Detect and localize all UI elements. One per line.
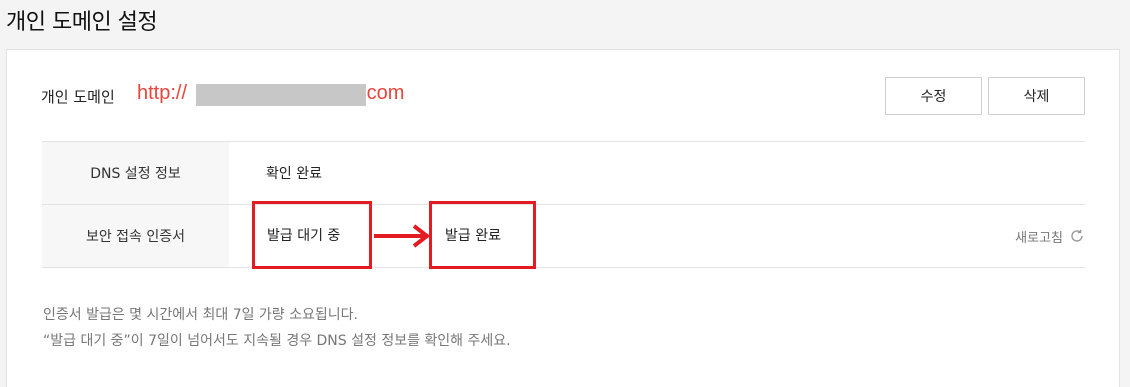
certificate-notes: 인증서 발급은 몇 시간에서 최대 7일 가량 소요됩니다. “발급 대기 중”…: [43, 302, 511, 354]
table-row: 보안 접속 인증서 발급 대기 중 발급 완료 새로고침: [42, 201, 1085, 269]
certificate-status-complete-highlight: 발급 완료: [429, 201, 536, 269]
delete-button[interactable]: 삭제: [988, 77, 1085, 115]
refresh-button[interactable]: 새로고침: [1015, 205, 1085, 267]
dns-info-value: 확인 완료: [266, 166, 322, 182]
refresh-label: 새로고침: [1015, 230, 1063, 246]
domain-row: 개인 도메인 http:// .com 수정 삭제: [7, 50, 1119, 140]
domain-redaction-mask: [196, 84, 366, 106]
refresh-icon: [1071, 229, 1083, 242]
note-line: 인증서 발급은 몇 시간에서 최대 7일 가량 소요됩니다.: [43, 307, 358, 323]
domain-url-suffix: .com: [361, 82, 405, 104]
edit-button[interactable]: 수정: [885, 77, 982, 115]
certificate-status-complete: 발급 완료: [445, 228, 501, 244]
note-line: “발급 대기 중”이 7일이 넘어서도 지속될 경우 DNS 설정 정보를 확인…: [43, 333, 511, 349]
certificate-status-pending-highlight: 발급 대기 중: [252, 201, 372, 269]
arrow-right-icon: [374, 224, 431, 248]
domain-url-prefix: http://: [137, 82, 188, 104]
table-row: DNS 설정 정보 확인 완료: [42, 142, 1085, 205]
page-title: 개인 도메인 설정: [6, 10, 158, 35]
domain-settings-panel: 개인 도메인 http:// .com 수정 삭제 DNS 설정 정보 확인 완료…: [6, 49, 1120, 387]
dns-info-header: DNS 설정 정보: [42, 142, 229, 204]
domain-info-table: DNS 설정 정보 확인 완료 보안 접속 인증서 발급 대기 중 발급 완료 …: [42, 141, 1085, 269]
domain-label: 개인 도메인: [41, 88, 115, 106]
certificate-header: 보안 접속 인증서: [42, 205, 229, 267]
certificate-status-pending: 발급 대기 중: [267, 228, 341, 244]
